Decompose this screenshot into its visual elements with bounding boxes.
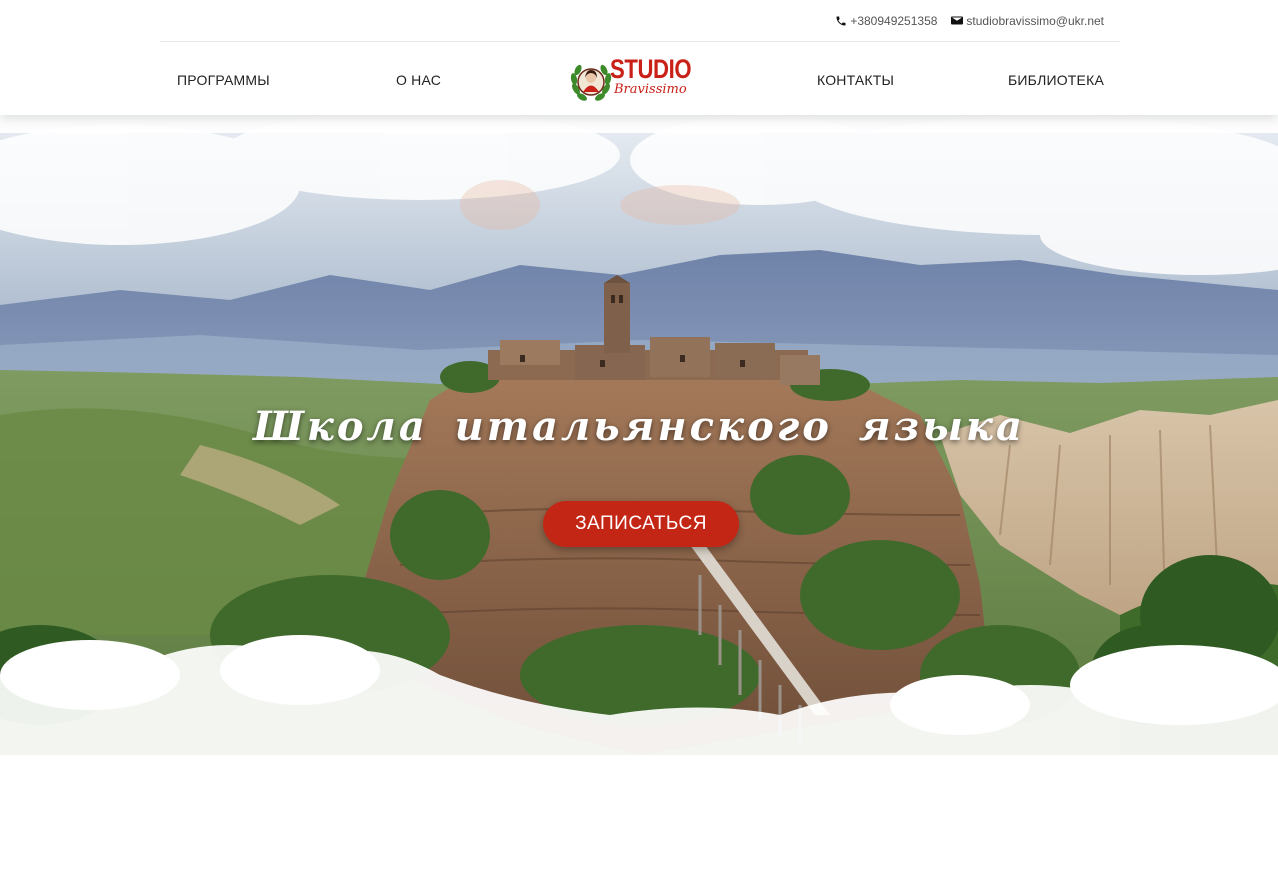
phone-icon [836, 16, 846, 25]
laurel-portrait-icon [570, 64, 612, 101]
hero-banner: Школа итальянского языка ЗАПИСАТЬСЯ [0, 115, 1278, 884]
email-icon [951, 16, 964, 25]
email-link[interactable]: studiobravissimo@ukr.net [951, 14, 1104, 28]
phone-number: +380949251358 [850, 13, 938, 28]
contact-bar: +380949251358 studiobravissimo@ukr.net [160, 0, 1120, 42]
site-logo[interactable]: STUDIO Bravissimo [570, 56, 692, 108]
nav-contacts[interactable]: КОНТАКТЫ [817, 72, 894, 88]
hero-landscape-image [0, 115, 1278, 884]
phone-link[interactable]: +380949251358 [835, 14, 937, 28]
logo-subtitle: Bravissimo [614, 82, 687, 97]
main-nav: ПРОГРАММЫ О НАС STUDIO Bravissimo КОНТАК… [160, 42, 1120, 115]
logo-title: STUDIO [610, 54, 692, 84]
nav-about[interactable]: О НАС [396, 72, 441, 88]
site-header: +380949251358 studiobravissimo@ukr.net П… [0, 0, 1278, 115]
nav-programs[interactable]: ПРОГРАММЫ [177, 72, 270, 88]
signup-button[interactable]: ЗАПИСАТЬСЯ [543, 501, 739, 547]
hero-title: Школа итальянского языка [253, 403, 1025, 450]
nav-library[interactable]: БИБЛИОТЕКА [1008, 72, 1104, 88]
email-address: studiobravissimo@ukr.net [966, 13, 1104, 28]
